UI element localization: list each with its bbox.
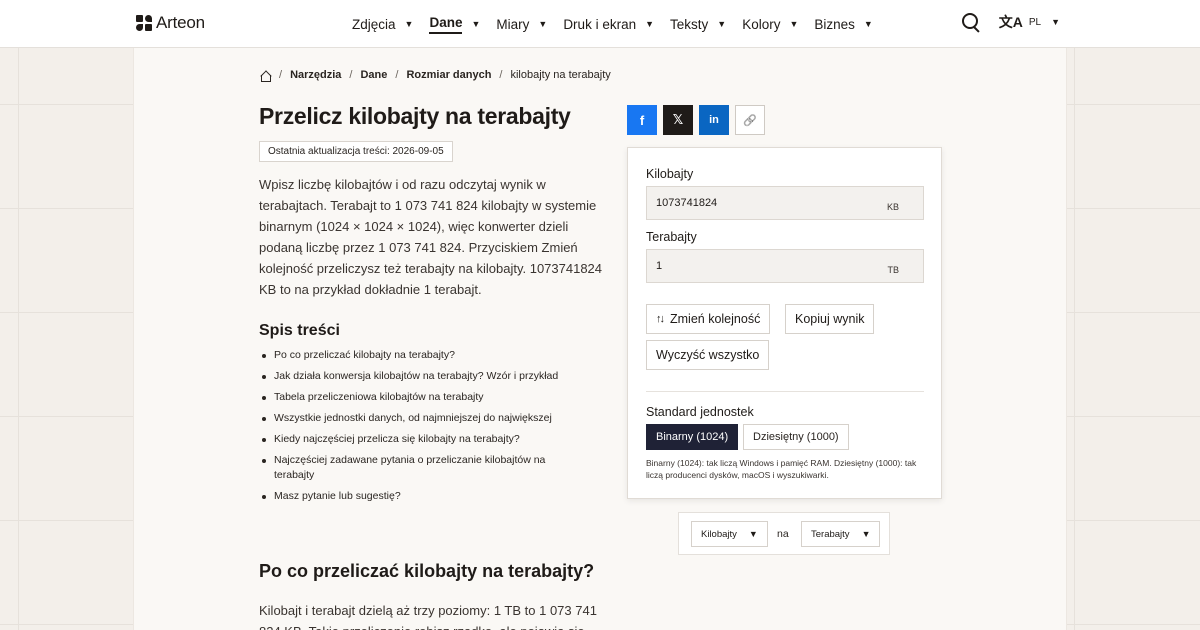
site-header: Arteon Zdjęcia ▼ Dane ▼ Miary ▼ Druk i e… [0,0,1200,48]
converter-card: Kilobajty KB Terabajty TB ↑↓ Zmień kolej… [627,147,942,499]
toc-item[interactable]: Wszystkie jednostki danych, od najmniejs… [259,411,589,426]
toc-title: Spis treści [259,322,340,339]
swap-label: Zmień kolejność [670,312,761,326]
x-icon: 𝕏 [672,112,684,127]
page-title: Przelicz kilobajty na terabajty [259,103,571,129]
facebook-icon: f [639,112,645,128]
caret-down-icon: ▼ [789,19,799,29]
nav-label: Miary [496,16,530,32]
nav-label: Biznes [814,16,855,32]
copy-result-label: Kopiuj wynik [795,312,865,326]
standard-label: Standard jednostek [646,405,754,419]
nav-item-dane[interactable]: Dane ▼ [429,0,480,48]
logo-icon [136,15,152,31]
nav-label: Dane [429,15,463,34]
table-of-contents: Po co przeliczać kilobajty na terabajty?… [259,348,589,510]
breadcrumb-item-narzedzia[interactable]: Narzędzia [290,69,341,81]
to-field: TB [646,249,924,283]
linkedin-share-button[interactable]: in [699,105,729,135]
breadcrumb-item-dane[interactable]: Dane [360,69,387,81]
breadcrumb-separator: / [279,69,283,81]
unit-selector: Kilobajty ▼ na Terabajty ▼ [678,512,890,555]
nav-label: Teksty [670,16,709,32]
breadcrumb-item-rozmiar-danych[interactable]: Rozmiar danych [406,69,491,81]
nav-item-kolory[interactable]: Kolory ▼ [742,0,798,48]
header-tools: 文A PL ▼ [961,12,1060,32]
from-unit-select[interactable]: Kilobajty ▼ [691,521,768,547]
caret-down-icon: ▼ [748,529,758,539]
standard-note: Binarny (1024): tak liczą Windows i pami… [646,458,917,480]
kilobytes-input[interactable] [647,187,867,219]
nav-label: Zdjęcia [352,16,396,32]
to-unit-select-value: Terabajty [811,528,850,540]
share-buttons: f 𝕏 in 🔗 [627,105,765,135]
logo-text: Arteon [156,13,205,32]
x-share-button[interactable]: 𝕏 [663,105,693,135]
toc-item[interactable]: Tabela przeliczeniowa kilobajtów na tera… [259,390,589,405]
copy-result-button[interactable]: Kopiuj wynik [785,304,875,334]
standard-decimal-button[interactable]: Dziesiętny (1000) [743,424,849,450]
toc-item[interactable]: Kiedy najczęściej przelicza się kilobajt… [259,432,549,447]
nav-item-miary[interactable]: Miary ▼ [496,0,547,48]
terabytes-input[interactable] [647,250,867,282]
intro-text: Wpisz liczbę kilobajtów i od razu odczyt… [259,177,603,297]
link-icon: 🔗 [743,114,757,127]
breadcrumb-separator: / [349,69,353,81]
section-heading: Po co przeliczać kilobajty na terabajty? [259,561,595,581]
nav-item-teksty[interactable]: Teksty ▼ [670,0,726,48]
from-label: Kilobajty [646,167,694,181]
to-unit-select[interactable]: Terabajty ▼ [801,521,881,547]
swap-button[interactable]: ↑↓ Zmień kolejność [646,304,771,334]
standard-binary-button[interactable]: Binarny (1024) [646,424,739,450]
language-switcher[interactable]: 文A PL ▼ [999,12,1060,32]
caret-down-icon: ▼ [645,19,655,29]
nav-label: Kolory [742,16,781,32]
divider [646,391,924,392]
linkedin-icon: in [709,114,719,126]
copy-link-button[interactable]: 🔗 [735,105,765,135]
clear-all-label: Wyczyść wszystko [656,348,760,362]
caret-down-icon: ▼ [863,19,873,29]
breadcrumb-separator: / [499,69,503,81]
breadcrumb-separator: / [395,69,399,81]
nav-label: Druk i ekran [563,16,637,32]
home-icon[interactable] [259,70,271,82]
translate-icon: 文A [998,14,1023,30]
connector-text: na [777,528,789,540]
toc-item[interactable]: Najczęściej zadawane pytania o przelicza… [259,453,559,483]
from-field: KB [646,186,924,220]
toc-item[interactable]: Masz pytanie lub sugestię? [259,489,589,504]
to-unit: TB [887,265,899,275]
caret-down-icon: ▼ [861,529,871,539]
clear-all-button[interactable]: Wyczyść wszystko [646,340,770,370]
toc-item[interactable]: Jak działa konwersja kilobajtów na terab… [259,369,589,384]
caret-down-icon: ▼ [1051,17,1060,27]
section-text: Kilobajt i terabajt dzielą aż trzy pozio… [259,603,597,630]
from-unit: KB [886,202,899,212]
to-label: Terabajty [646,230,697,244]
facebook-share-button[interactable]: f [627,105,657,135]
caret-down-icon: ▼ [471,19,481,29]
caret-down-icon: ▼ [404,19,414,29]
standard-decimal-label: Dziesiętny (1000) [753,431,839,443]
main-nav: Zdjęcia ▼ Dane ▼ Miary ▼ Druk i ekran ▼ … [352,0,889,48]
nav-item-druk-i-ekran[interactable]: Druk i ekran ▼ [563,0,654,48]
nav-item-biznes[interactable]: Biznes ▼ [814,0,872,48]
language-code: PL [1028,16,1042,28]
last-updated-badge: Ostatnia aktualizacja treści: 2026-09-05 [259,141,453,162]
toc-item[interactable]: Po co przeliczać kilobajty na terabajty? [259,348,589,363]
nav-item-zdjecia[interactable]: Zdjęcia ▼ [352,0,413,48]
standard-binary-label: Binarny (1024) [656,431,729,443]
logo[interactable]: Arteon [136,13,205,33]
from-unit-select-value: Kilobajty [701,528,737,540]
caret-down-icon: ▼ [717,19,727,29]
caret-down-icon: ▼ [538,19,548,29]
search-icon[interactable] [961,12,981,32]
breadcrumb-current: kilobajty na terabajty [510,69,611,81]
breadcrumb: / Narzędzia / Dane / Rozmiar danych / ki… [259,69,611,82]
swap-icon: ↑↓ [656,313,665,325]
